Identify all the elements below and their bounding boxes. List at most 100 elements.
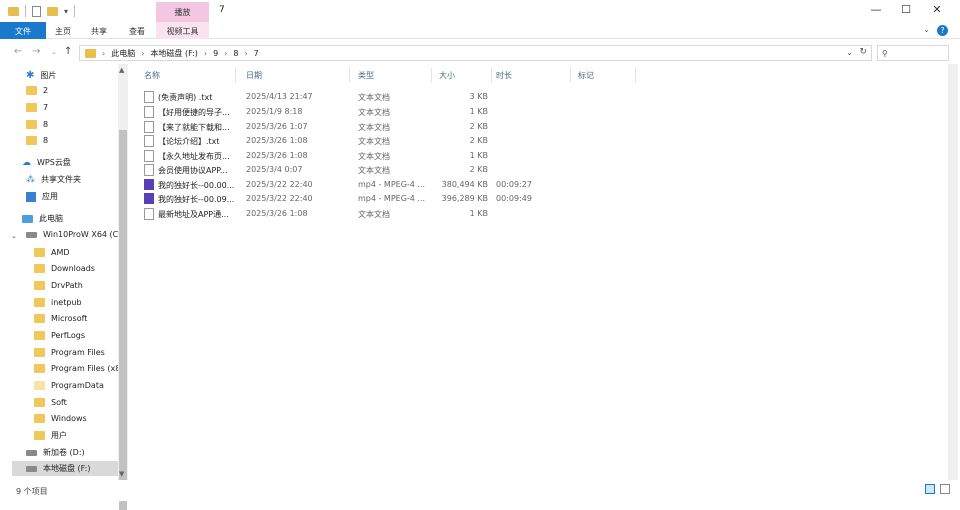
column-header-duration[interactable]: 时长 [496,70,512,81]
file-size: 3 KB [469,92,488,101]
sidebar-item-folder[interactable]: 2 [26,83,48,98]
chevron-right-icon[interactable]: › [141,49,144,58]
scroll-up-icon[interactable]: ▲ [119,66,124,74]
sidebar-item-pictures[interactable]: ✱ 图片 [26,68,56,83]
properties-icon[interactable] [32,5,41,17]
column-divider[interactable] [635,68,636,83]
folder-icon [85,48,96,58]
breadcrumb-item[interactable]: 8 [233,49,238,58]
table-row[interactable]: 会员使用协议APP... 2025/3/4 0:07 文本文档 2 KB [144,163,624,177]
sidebar-item-apps[interactable]: 应用 [26,189,58,204]
new-folder-icon[interactable] [47,6,58,16]
view-switcher [925,484,950,494]
sidebar-item-folder[interactable]: Soft [34,395,118,410]
sidebar-item-folder[interactable]: 7 [26,100,48,115]
close-button[interactable]: ✕ [927,3,947,16]
folder-icon [34,398,45,407]
details-view-icon[interactable] [925,484,935,494]
column-divider[interactable] [349,68,350,83]
tab-view[interactable]: 查看 [118,22,156,39]
breadcrumb-item[interactable]: 9 [213,49,218,58]
tab-home[interactable]: 主页 [46,22,80,39]
breadcrumb-item[interactable]: 此电脑 [111,48,135,59]
sidebar-item-folder[interactable]: 8 [26,133,48,148]
file-type: 文本文档 [358,210,390,219]
sidebar-item-folder[interactable]: DrvPath [34,278,118,293]
sidebar-item-folder[interactable]: Windows [34,411,118,426]
refresh-icon[interactable]: ↻ [859,47,867,57]
context-tab-play[interactable]: 播放 [156,2,209,22]
breadcrumb-item[interactable]: 7 [254,49,259,58]
table-row[interactable]: 【好用便捷的导子... 2025/1/9 8:18 文本文档 1 KB [144,105,624,119]
table-row[interactable]: 【来了就能下载和... 2025/3/26 1:07 文本文档 2 KB [144,120,624,134]
sidebar-item-drive-f[interactable]: 本地磁盘 (F:) [12,461,118,476]
scroll-thumb[interactable] [119,130,127,510]
sidebar-scrollbar[interactable]: ▲ ▼ [118,64,128,510]
sidebar-item-folder[interactable]: Program Files (x86) [34,361,118,376]
tab-share[interactable]: 共享 [80,22,118,39]
column-header-name[interactable]: 名称 [144,70,160,81]
table-row[interactable]: 【论坛介绍】.txt 2025/3/26 1:08 文本文档 2 KB [144,134,624,148]
sidebar-item-folder[interactable]: AMD [34,245,118,260]
file-type: mp4 - MPEG-4 ... [358,180,426,189]
sidebar-item-folder[interactable]: inetpub [34,295,118,310]
sidebar-item-folder[interactable]: Microsoft [34,311,118,326]
sidebar-item-label: Microsoft [51,314,88,323]
column-header-type[interactable]: 类型 [358,70,374,81]
chevron-down-icon[interactable]: ⌄ [11,232,17,240]
search-input[interactable]: ⚲ [877,45,949,61]
column-divider[interactable] [491,68,492,83]
tab-video-tools[interactable]: 视频工具 [156,22,209,39]
column-header-size[interactable]: 大小 [439,70,455,81]
address-bar[interactable]: › 此电脑 › 本地磁盘 (F:) › 9 › 8 › 7 ⌄ ↻ [79,45,872,61]
sidebar-item-folder[interactable]: PerfLogs [34,328,118,343]
column-header-date[interactable]: 日期 [246,70,262,81]
sidebar-item-wps-cloud[interactable]: ☁ WPS云盘 [22,155,71,170]
file-type: 文本文档 [358,166,390,175]
sidebar-item-shared-folder[interactable]: ⁂ 共享文件夹 [26,172,81,187]
maximize-button[interactable]: ☐ [896,3,916,16]
sidebar-item-label: Program Files [51,348,105,357]
address-dropdown-icon[interactable]: ⌄ [846,48,853,57]
sidebar-item-folder[interactable]: Program Files [34,345,118,360]
sidebar-item-folder[interactable]: 用户 [34,428,118,443]
sidebar-item-label: 新加卷 (D:) [43,448,85,457]
minimize-button[interactable]: — [866,3,886,16]
customize-toolbar-icon[interactable]: ▾ [64,7,68,16]
sidebar-item-this-pc[interactable]: 此电脑 [22,211,63,226]
tab-file[interactable]: 文件 [0,22,46,39]
table-row[interactable]: 【永久地址发布页... 2025/3/26 1:08 文本文档 1 KB [144,149,624,163]
sidebar-item-folder[interactable]: Downloads [34,261,118,276]
sidebar-item-folder[interactable]: ProgramData [34,378,118,393]
file-date: 2025/3/26 1:07 [246,122,308,131]
back-icon[interactable]: ← [14,46,22,57]
table-row[interactable]: 我的独好长--00.00... 2025/3/22 22:40 mp4 - MP… [144,178,624,192]
content-scrollbar[interactable] [948,64,958,480]
sidebar-item-drive-c[interactable]: Win10ProW X64 (C:) [26,227,118,242]
help-icon[interactable]: ? [937,25,948,36]
file-name: 最新地址及APP通... [158,210,229,219]
chevron-right-icon[interactable]: › [204,49,207,58]
sidebar-item-drive-d[interactable]: 新加卷 (D:) [26,445,118,460]
chevron-right-icon[interactable]: › [224,49,227,58]
table-row[interactable]: (免责声明) .txt 2025/4/13 21:47 文本文档 3 KB [144,90,624,104]
chevron-right-icon[interactable]: › [244,49,247,58]
folder-icon [34,381,45,390]
file-type: 文本文档 [358,123,390,132]
up-icon[interactable]: ↑ [64,46,72,57]
column-divider[interactable] [235,68,236,83]
column-header-tags[interactable]: 标记 [578,70,594,81]
sidebar-item-label: Soft [51,398,67,407]
collapse-ribbon-icon[interactable]: ⌄ [923,25,930,34]
column-divider[interactable] [570,68,571,83]
forward-icon[interactable]: → [32,46,40,57]
table-row[interactable]: 我的独好长--00.09... 2025/3/22 22:40 mp4 - MP… [144,192,624,206]
table-row[interactable]: 最新地址及APP通... 2025/3/26 1:08 文本文档 1 KB [144,207,624,221]
sidebar-item-label: Win10ProW X64 (C:) [43,230,118,239]
large-icons-view-icon[interactable] [940,484,950,494]
breadcrumb-item[interactable]: 本地磁盘 (F:) [150,48,197,59]
column-divider[interactable] [431,68,432,83]
recent-locations-icon[interactable]: ⌄ [51,48,57,56]
scroll-down-icon[interactable]: ▼ [119,470,124,478]
sidebar-item-folder[interactable]: 8 [26,117,48,132]
